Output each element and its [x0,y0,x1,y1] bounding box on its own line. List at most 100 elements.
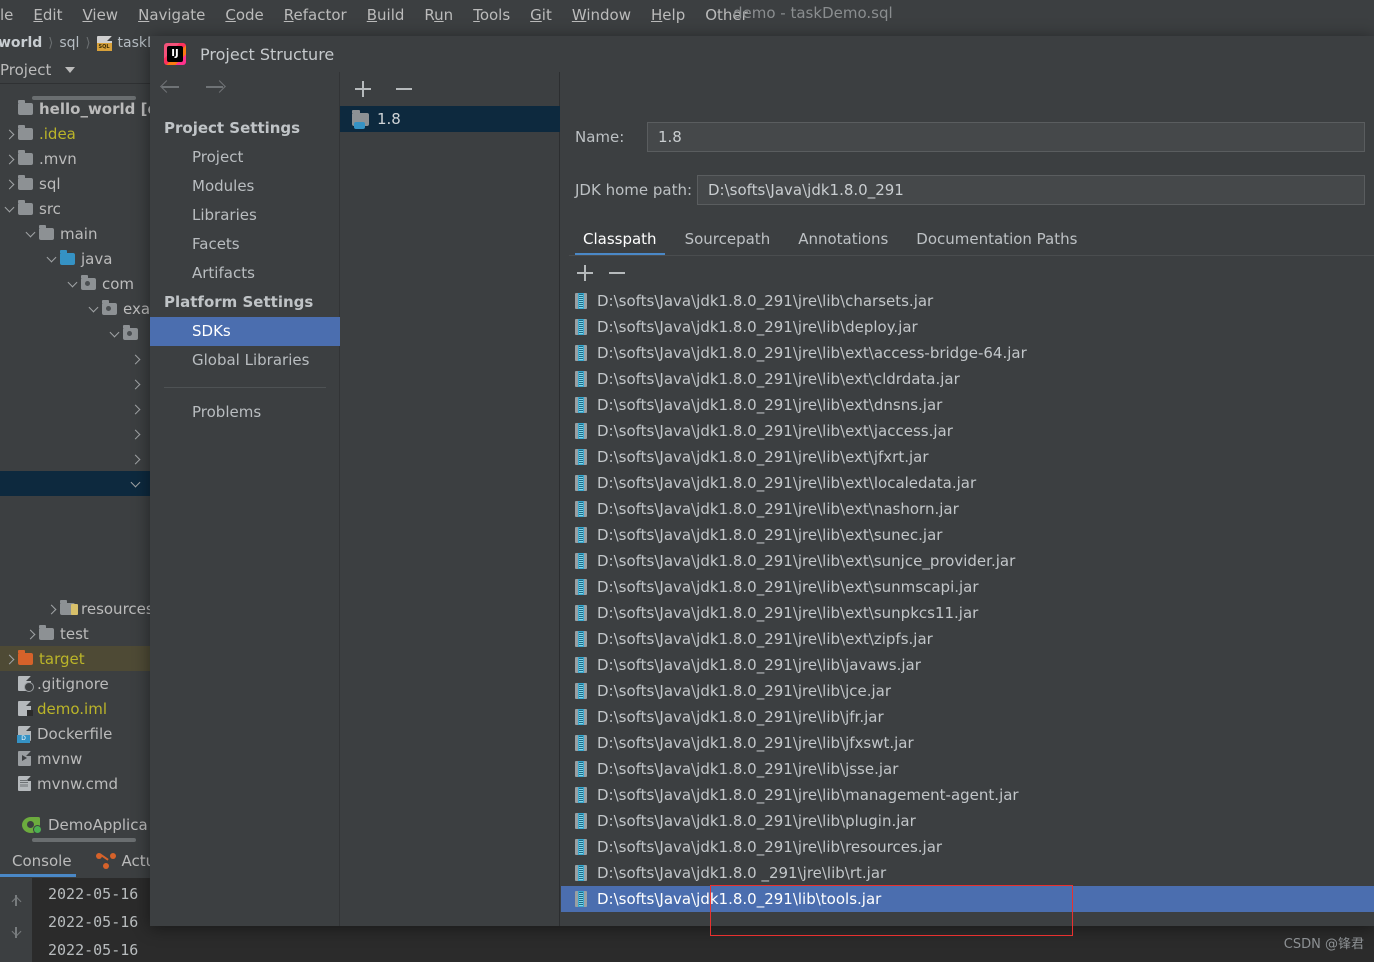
tab-actuator[interactable]: Actu [95,852,155,870]
arrow-right-icon[interactable] [204,76,226,98]
tree-item[interactable] [0,371,160,396]
classpath-row[interactable]: D:\softs\Java\jdk1.8.0_291\jre\lib\ext\n… [561,496,1374,522]
tab-console[interactable]: Console [12,852,72,870]
classpath-row[interactable]: D:\softs\Java\jdk1.8.0_291\jre\lib\jsse.… [561,756,1374,782]
tree-item-main[interactable]: main [0,221,160,246]
classpath-row[interactable]: D:\softs\Java\jdk1.8.0_291\jre\lib\ext\j… [561,444,1374,470]
tree-item--gitignore[interactable]: .gitignore [0,671,160,696]
menu-item-code[interactable]: Code [225,6,263,24]
chevron-down-icon[interactable] [130,478,142,490]
nav-history-buttons[interactable] [160,76,226,98]
run-tool-window-header[interactable]: DemoApplica [0,812,160,844]
chevron-down-icon[interactable] [25,228,37,240]
settings-category-list[interactable]: Project Settings Project Modules Libraries F… [150,114,340,427]
run-configuration-tab[interactable]: DemoApplica [22,816,148,834]
remove-classpath-button[interactable] [608,264,626,282]
nav-item-facets[interactable]: Facets [150,230,340,259]
classpath-row[interactable]: D:\softs\Java\jdk1.8.0_291\jre\lib\chars… [561,288,1374,314]
chevron-right-icon[interactable] [4,128,16,140]
nav-item-sdks[interactable]: SDKs [150,317,340,346]
menu-item-view[interactable]: View [82,6,118,24]
classpath-row[interactable]: D:\softs\Java\jdk1.8.0_291\jre\lib\resou… [561,834,1374,860]
chevron-right-icon[interactable] [130,453,142,465]
tree-item-sql[interactable]: sql [0,171,160,196]
nav-item-problems[interactable]: Problems [150,398,340,427]
classpath-row[interactable]: D:\softs\Java\jdk1.8.0_291\jre\lib\ext\j… [561,418,1374,444]
sdk-list-item-1.8[interactable]: 1.8 [340,106,560,132]
classpath-row[interactable]: D:\softs\Java\jdk1.8.0_291\jre\lib\jfxsw… [561,730,1374,756]
tree-item[interactable] [0,396,160,421]
horizontal-scrollbar[interactable] [32,838,136,842]
chevron-right-icon[interactable] [4,653,16,665]
tree-item-dockerfile[interactable]: Dockerfile [0,721,160,746]
chevron-down-icon[interactable] [65,66,76,73]
tab-sourcepath[interactable]: Sourcepath [671,230,785,256]
menu-item-git[interactable]: Git [530,6,552,24]
chevron-right-icon[interactable] [130,378,142,390]
classpath-row[interactable]: D:\softs\Java\jdk1.8.0_291\jre\lib\ext\s… [561,600,1374,626]
sdk-detail-tab-bar[interactable]: Classpath Sourcepath Annotations Documentat… [569,220,1369,256]
classpath-row[interactable]: D:\softs\Java\jdk1.8.0_291\jre\lib\jfr.j… [561,704,1374,730]
chevron-down-icon[interactable] [109,328,121,340]
chevron-right-icon[interactable] [130,403,142,415]
tree-item[interactable] [0,471,160,496]
tree-item-test[interactable]: test [0,621,160,646]
tree-item-java[interactable]: java [0,246,160,271]
sdk-name-input[interactable]: 1.8 [647,122,1365,152]
tab-classpath[interactable]: Classpath [569,230,671,256]
classpath-row[interactable]: D:\softs\Java\jdk1.8.0_291\jre\lib\javaw… [561,652,1374,678]
classpath-row[interactable]: D:\softs\Java\jdk1.8.0_291\jre\lib\ext\d… [561,392,1374,418]
chevron-right-icon[interactable] [130,353,142,365]
tab-documentation-paths[interactable]: Documentation Paths [902,230,1091,256]
classpath-row[interactable]: D:\softs\Java\jdk1.8.0 _291\jre\lib\rt.j… [561,860,1374,886]
tree-item-src[interactable]: src [0,196,160,221]
chevron-down-icon[interactable] [4,203,16,215]
scroll-down-icon[interactable] [10,926,24,940]
tree-item-resources[interactable]: resources [0,596,160,621]
breadcrumb-item-folder[interactable]: sql [59,35,79,51]
tree-item-com[interactable]: com [0,271,160,296]
classpath-row[interactable]: D:\softs\Java\jdk1.8.0_291\jre\lib\ext\s… [561,522,1374,548]
tree-item-mvnw[interactable]: mvnw [0,746,160,771]
classpath-row[interactable]: D:\softs\Java\jdk1.8.0_291\jre\lib\ext\s… [561,548,1374,574]
tree-item[interactable] [0,446,160,471]
menu-item-edit[interactable]: Edit [33,6,62,24]
chevron-down-icon[interactable] [88,303,100,315]
remove-sdk-button[interactable] [395,80,413,98]
chevron-right-icon[interactable] [4,178,16,190]
menu-item-tools[interactable]: Tools [473,6,510,24]
nav-item-modules[interactable]: Modules [150,172,340,201]
classpath-row[interactable]: D:\softs\Java\jdk1.8.0_291\jre\lib\jce.j… [561,678,1374,704]
tree-item[interactable] [0,321,160,346]
tree-item--mvn[interactable]: .mvn [0,146,160,171]
nav-item-libraries[interactable]: Libraries [150,201,340,230]
chevron-right-icon[interactable] [25,628,37,640]
nav-item-artifacts[interactable]: Artifacts [150,259,340,288]
chevron-right-icon[interactable] [46,603,58,615]
console-gutter-toolbar[interactable]: » [0,878,32,962]
tree-item[interactable] [0,346,160,371]
tree-item-demo-iml[interactable]: demo.iml [0,696,160,721]
tree-item-target[interactable]: target [0,646,160,671]
classpath-row[interactable]: D:\softs\Java\jdk1.8.0_291\jre\lib\manag… [561,782,1374,808]
classpath-row[interactable]: D:\softs\Java\jdk1.8.0_291\jre\lib\ext\l… [561,470,1374,496]
menu-item-build[interactable]: Build [367,6,405,24]
menu-item-refactor[interactable]: Refactor [284,6,347,24]
menu-item-navigate[interactable]: Navigate [138,6,205,24]
add-classpath-button[interactable] [576,264,594,282]
tree-item-mvnw-cmd[interactable]: mvnw.cmd [0,771,160,796]
classpath-row[interactable]: D:\softs\Java\jdk1.8.0_291\jre\lib\ext\s… [561,574,1374,600]
classpath-toolbar[interactable] [569,260,1374,288]
sdk-list-toolbar[interactable] [340,72,560,106]
arrow-left-icon[interactable] [160,76,182,98]
nav-item-global-libraries[interactable]: Global Libraries [150,346,340,375]
tree-horizontal-scrollbar[interactable] [32,96,136,100]
chevron-right-icon[interactable] [130,428,142,440]
classpath-list[interactable]: D:\softs\Java\jdk1.8.0_291\jre\lib\chars… [561,288,1374,926]
menu-item-help[interactable]: Help [651,6,685,24]
classpath-row[interactable]: D:\softs\Java\jdk1.8.0_291\jre\lib\deplo… [561,314,1374,340]
chevron-down-icon[interactable] [46,253,58,265]
menu-item-le[interactable]: le [0,6,13,24]
add-sdk-button[interactable] [354,80,372,98]
menu-item-list[interactable]: le Edit View Navigate Code Refactor Build Run To… [0,0,748,30]
